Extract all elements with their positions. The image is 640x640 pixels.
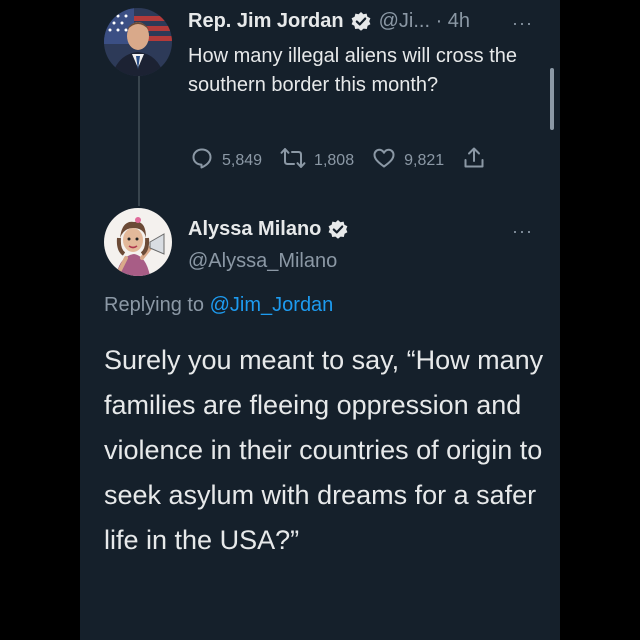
replying-to-mention-link[interactable]: @Jim_Jordan — [210, 294, 334, 316]
more-icon[interactable]: ··· — [512, 14, 533, 32]
thread-connector-line — [138, 76, 140, 206]
retweet-icon — [280, 146, 314, 175]
like-icon — [372, 146, 404, 175]
replying-to-label: Replying to — [104, 294, 205, 316]
tweet2-header: Alyssa Milano — [188, 218, 349, 241]
retweet-count: 1,808 — [314, 151, 355, 169]
scrollbar[interactable] — [550, 68, 554, 130]
verified-badge-icon — [350, 11, 372, 33]
like-count: 9,821 — [404, 151, 445, 169]
tweet2-handle[interactable]: @Alyssa_Milano — [188, 250, 337, 273]
tweet1-actions: 5,849 1,808 9,821 — [190, 146, 512, 175]
tweet2-text: Surely you meant to say, “How many famil… — [104, 345, 544, 555]
tweet2-author-name[interactable]: Alyssa Milano — [188, 218, 321, 241]
avatar-jim-jordan[interactable] — [104, 8, 172, 76]
reply-icon — [190, 146, 222, 175]
tweet1-author-name[interactable]: Rep. Jim Jordan — [188, 10, 344, 33]
replying-to-line: Replying to @Jim_Jordan — [104, 294, 333, 317]
retweet-button[interactable]: 1,808 — [280, 146, 354, 175]
share-icon — [462, 146, 494, 175]
like-button[interactable]: 9,821 — [372, 146, 444, 175]
tweet1-handle-time[interactable]: @Ji... · 4h — [379, 10, 470, 33]
verified-badge-icon — [327, 219, 349, 241]
tweet1-text: How many illegal aliens will cross the s… — [188, 45, 518, 96]
share-button[interactable] — [462, 146, 494, 175]
more-icon[interactable]: ··· — [512, 222, 533, 240]
avatar-alyssa-milano[interactable] — [104, 208, 172, 276]
tweet1-header: Rep. Jim Jordan @Ji... · 4h — [188, 10, 470, 33]
reply-button[interactable]: 5,849 — [190, 146, 262, 175]
reply-count: 5,849 — [222, 151, 263, 169]
